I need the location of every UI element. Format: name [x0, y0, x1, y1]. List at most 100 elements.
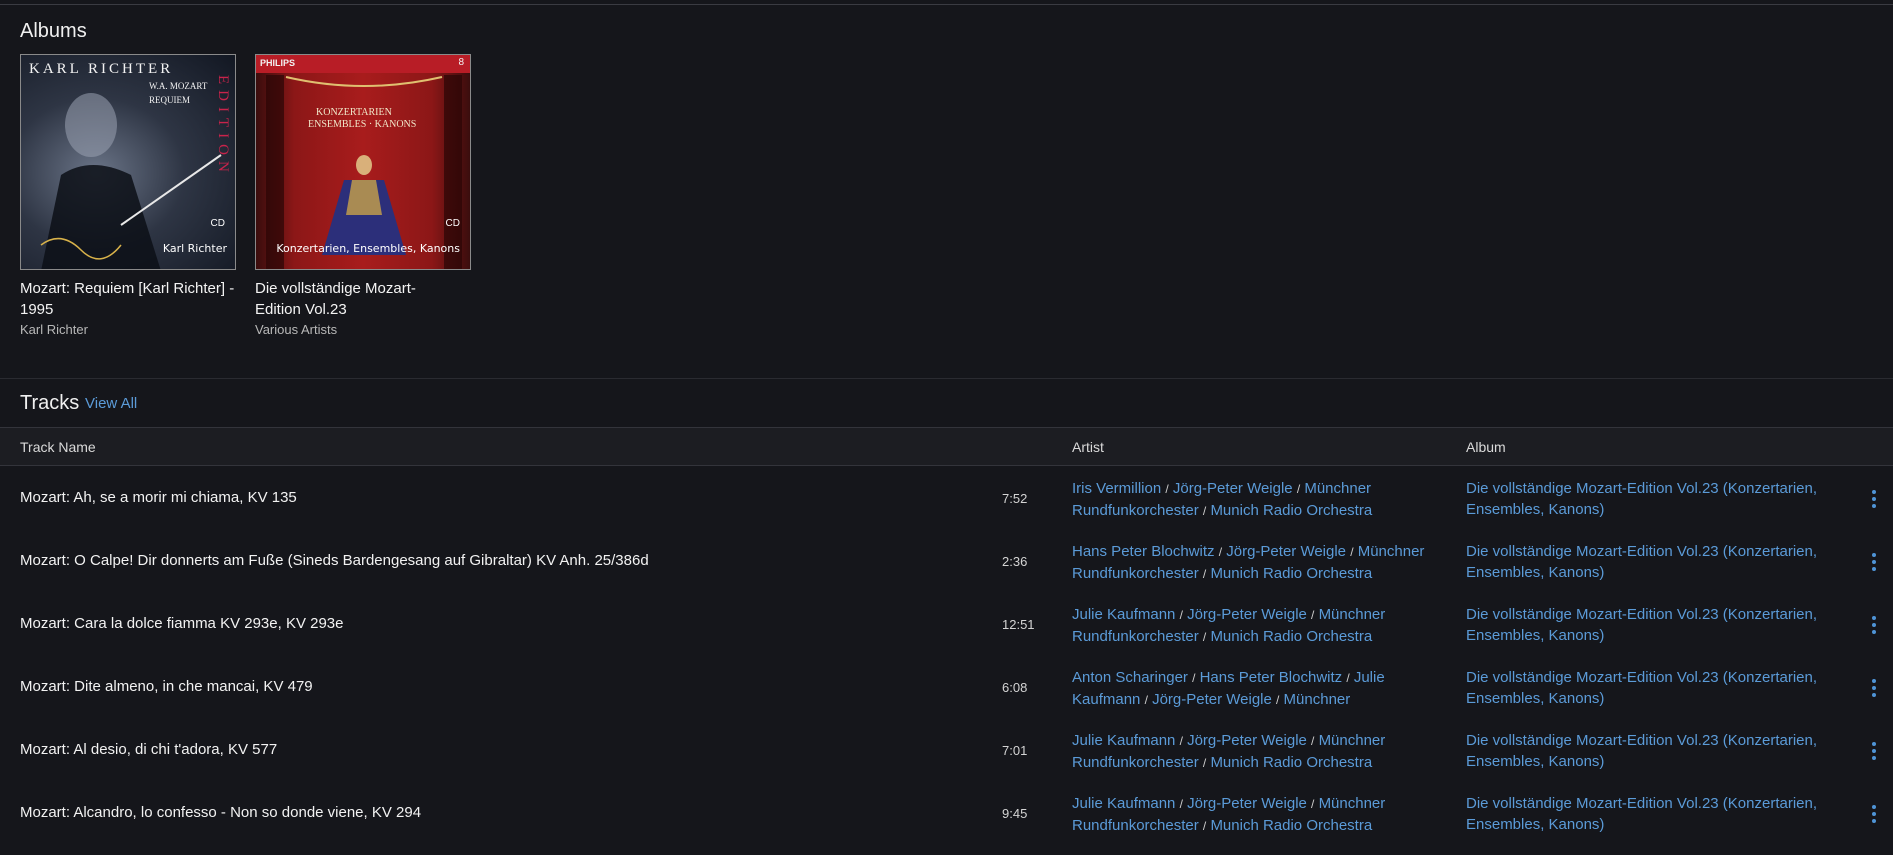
table-row[interactable]: Mozart: Dite almeno, in che mancai, KV 4…: [0, 656, 1893, 719]
table-row[interactable]: Mozart: Ah, se a morir mi chiama, KV 135…: [0, 467, 1893, 530]
more-vertical-icon[interactable]: [1868, 487, 1880, 513]
tracks-table-header: Track Name Artist Album: [0, 427, 1893, 466]
album-artist[interactable]: Karl Richter: [20, 322, 236, 337]
album-link[interactable]: Die vollständige Mozart-Edition Vol.23 (…: [1466, 793, 1856, 835]
menu-dot: [1872, 819, 1876, 823]
artist-link[interactable]: Jörg-Peter Weigle: [1226, 543, 1346, 560]
album-card[interactable]: KARL RICHTER W.A. MOZART REQUIEM EDITION…: [20, 54, 236, 337]
table-row[interactable]: Mozart: O Calpe! Dir donnerts am Fuße (S…: [0, 530, 1893, 593]
artist-link[interactable]: Munich Radio Orchestra: [1210, 565, 1372, 582]
album-card[interactable]: PHILIPS 8 KONZERTARIEN ENSEMBLES · KANON…: [255, 54, 471, 337]
menu-dot: [1872, 560, 1876, 564]
artist-link[interactable]: Munich Radio Orchestra: [1210, 754, 1372, 771]
menu-dot: [1872, 553, 1876, 557]
menu-dot: [1872, 742, 1876, 746]
artist-separator: /: [1311, 734, 1315, 748]
artist-link[interactable]: Jörg-Peter Weigle: [1187, 606, 1307, 623]
artist-link[interactable]: Munich Radio Orchestra: [1210, 817, 1372, 834]
artist-separator: /: [1218, 545, 1223, 559]
cover-caption: Karl Richter: [162, 242, 227, 255]
artist-link[interactable]: Jörg-Peter Weigle: [1152, 691, 1272, 708]
album-title[interactable]: Mozart: Requiem [Karl Richter] - 1995: [20, 278, 236, 320]
track-name[interactable]: Mozart: O Calpe! Dir donnerts am Fuße (S…: [20, 552, 649, 569]
track-name[interactable]: Mozart: Al desio, di chi t'adora, KV 577: [20, 741, 277, 758]
artist-separator: /: [1346, 671, 1350, 685]
more-vertical-icon[interactable]: [1868, 550, 1880, 576]
album-title[interactable]: Die vollständige Mozart-Edition Vol.23: [255, 278, 425, 320]
track-duration: 7:01: [1002, 743, 1028, 758]
album-artist[interactable]: Various Artists: [255, 322, 471, 337]
album-link[interactable]: Die vollständige Mozart-Edition Vol.23 (…: [1466, 478, 1856, 520]
artist-separator: /: [1296, 482, 1301, 496]
more-vertical-icon[interactable]: [1868, 739, 1880, 765]
menu-dot: [1872, 756, 1876, 760]
artist-separator: /: [1202, 567, 1207, 581]
column-header-album[interactable]: Album: [1466, 439, 1506, 455]
column-header-artist[interactable]: Artist: [1072, 439, 1104, 455]
album-cover[interactable]: PHILIPS 8 KONZERTARIEN ENSEMBLES · KANON…: [255, 54, 471, 270]
album-link[interactable]: Die vollständige Mozart-Edition Vol.23 (…: [1466, 667, 1856, 709]
artist-link[interactable]: Jörg-Peter Weigle: [1187, 795, 1307, 812]
table-row[interactable]: Mozart: Al desio, di chi t'adora, KV 577…: [0, 719, 1893, 782]
cd-badge: CD: [210, 218, 225, 229]
menu-dot: [1872, 490, 1876, 494]
artist-link[interactable]: Munich Radio Orchestra: [1210, 502, 1372, 519]
artist-link[interactable]: Julie Kaufmann: [1072, 732, 1175, 749]
artist-link[interactable]: Jörg-Peter Weigle: [1173, 480, 1293, 497]
menu-dot: [1872, 679, 1876, 683]
artist-separator: /: [1202, 819, 1207, 833]
section-divider: [0, 378, 1893, 379]
artist-separator: /: [1350, 545, 1354, 559]
artist-link[interactable]: Julie Kaufmann: [1072, 606, 1175, 623]
track-name[interactable]: Mozart: Alcandro, lo confesso - Non so d…: [20, 804, 421, 821]
track-name[interactable]: Mozart: Dite almeno, in che mancai, KV 4…: [20, 678, 313, 695]
artist-separator: /: [1179, 608, 1183, 622]
artist-separator: /: [1179, 797, 1183, 811]
top-divider: [0, 4, 1893, 5]
artist-separator: /: [1311, 797, 1315, 811]
more-vertical-icon[interactable]: [1868, 676, 1880, 702]
track-artists: Julie Kaufmann / Jörg-Peter Weigle / Mün…: [1072, 793, 1442, 837]
album-cover[interactable]: KARL RICHTER W.A. MOZART REQUIEM EDITION…: [20, 54, 236, 270]
artist-separator: /: [1202, 756, 1207, 770]
menu-dot: [1872, 504, 1876, 508]
menu-dot: [1872, 623, 1876, 627]
artist-link[interactable]: Iris Vermillion: [1072, 480, 1161, 497]
artist-separator: /: [1276, 693, 1280, 707]
more-vertical-icon[interactable]: [1868, 613, 1880, 639]
track-name[interactable]: Mozart: Ah, se a morir mi chiama, KV 135: [20, 489, 297, 506]
album-link[interactable]: Die vollständige Mozart-Edition Vol.23 (…: [1466, 541, 1856, 583]
artist-separator: /: [1202, 504, 1207, 518]
menu-dot: [1872, 749, 1876, 753]
column-header-track[interactable]: Track Name: [20, 439, 96, 455]
artist-separator: /: [1144, 693, 1148, 707]
album-link[interactable]: Die vollständige Mozart-Edition Vol.23 (…: [1466, 730, 1856, 772]
artist-link[interactable]: Jörg-Peter Weigle: [1187, 732, 1307, 749]
track-artists: Hans Peter Blochwitz / Jörg-Peter Weigle…: [1072, 541, 1442, 585]
artist-link[interactable]: Munich Radio Orchestra: [1210, 628, 1372, 645]
track-duration: 7:52: [1002, 491, 1028, 506]
artist-link[interactable]: Julie Kaufmann: [1072, 795, 1175, 812]
menu-dot: [1872, 812, 1876, 816]
artist-link[interactable]: Hans Peter Blochwitz: [1072, 543, 1215, 560]
menu-dot: [1872, 693, 1876, 697]
artist-separator: /: [1311, 608, 1315, 622]
track-artists: Julie Kaufmann / Jörg-Peter Weigle / Mün…: [1072, 730, 1442, 774]
table-row[interactable]: Mozart: Alcandro, lo confesso - Non so d…: [0, 782, 1893, 845]
menu-dot: [1872, 616, 1876, 620]
album-link[interactable]: Die vollständige Mozart-Edition Vol.23 (…: [1466, 604, 1856, 646]
table-row[interactable]: Mozart: Cara la dolce fiamma KV 293e, KV…: [0, 593, 1893, 656]
cd-badge: CD: [445, 218, 460, 229]
track-duration: 12:51: [1002, 617, 1035, 632]
view-all-link[interactable]: View All: [85, 395, 137, 412]
menu-dot: [1872, 497, 1876, 501]
artist-link[interactable]: Anton Scharinger: [1072, 669, 1188, 686]
track-artists: Anton Scharinger / Hans Peter Blochwitz …: [1072, 667, 1442, 711]
track-name[interactable]: Mozart: Cara la dolce fiamma KV 293e, KV…: [20, 615, 344, 632]
menu-dot: [1872, 805, 1876, 809]
artist-link[interactable]: Hans Peter Blochwitz: [1200, 669, 1343, 686]
artist-link[interactable]: Münchner: [1284, 691, 1351, 708]
artist-separator: /: [1165, 482, 1169, 496]
albums-section-title: Albums: [20, 20, 87, 42]
more-vertical-icon[interactable]: [1868, 802, 1880, 828]
